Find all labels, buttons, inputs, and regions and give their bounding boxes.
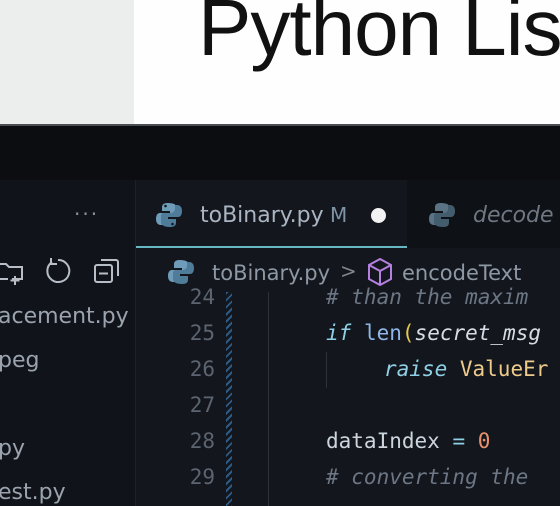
code-comment: # converting the <box>326 465 529 489</box>
git-change-gutter <box>226 292 232 506</box>
editor-titlebar <box>0 126 560 180</box>
line-number: 26 <box>189 357 215 381</box>
breadcrumb-file[interactable]: toBinary.py <box>212 261 330 285</box>
refresh-icon[interactable] <box>43 256 73 286</box>
collapse-all-icon[interactable] <box>92 256 122 286</box>
line-number: 24 <box>189 285 215 309</box>
indent-guide <box>326 352 327 388</box>
slide-side-panel <box>0 0 134 124</box>
slide-canvas: Python Lis <box>134 0 560 124</box>
file-item[interactable]: acement.py <box>0 304 129 329</box>
symbol-method-icon <box>368 257 392 287</box>
code-line: raise ValueEr <box>384 357 548 381</box>
more-actions-icon[interactable]: ··· <box>74 202 99 226</box>
code-line: dataIndex = 0 <box>326 429 490 453</box>
modified-indicator: M <box>330 203 348 227</box>
file-item[interactable]: peg <box>0 348 39 373</box>
line-number: 28 <box>189 429 215 453</box>
file-item[interactable]: py <box>0 436 25 461</box>
python-file-icon <box>429 203 455 227</box>
code-number: 0 <box>477 429 491 453</box>
tab-decode[interactable]: decode <box>473 203 554 228</box>
breadcrumb-separator: > <box>340 259 357 283</box>
code-line: if len(secret_msg <box>326 321 541 345</box>
python-file-icon <box>168 260 194 284</box>
code-argument: secret_msg <box>414 321 541 345</box>
code-class: ValueEr <box>459 357 549 381</box>
code-comment: # than the maxim <box>326 285 529 309</box>
code-keyword: if <box>326 321 352 345</box>
code-function: len <box>363 321 402 345</box>
breadcrumb-symbol[interactable]: encodeText <box>402 261 521 285</box>
code-paren: ( <box>401 321 415 345</box>
code-operator: = <box>452 429 466 453</box>
line-number: 29 <box>189 465 215 489</box>
indent-guide <box>268 292 269 506</box>
file-item[interactable]: est.py <box>0 480 66 505</box>
line-number: 25 <box>189 321 215 345</box>
line-number: 27 <box>189 393 215 417</box>
python-file-icon <box>156 203 182 227</box>
tab-label: toBinary.py <box>200 203 324 228</box>
new-folder-icon[interactable] <box>0 256 26 286</box>
code-keyword: raise <box>384 357 448 381</box>
code-variable: dataIndex <box>326 429 440 453</box>
slide-title: Python Lis <box>198 0 560 72</box>
unsaved-dot-icon[interactable] <box>371 208 386 223</box>
